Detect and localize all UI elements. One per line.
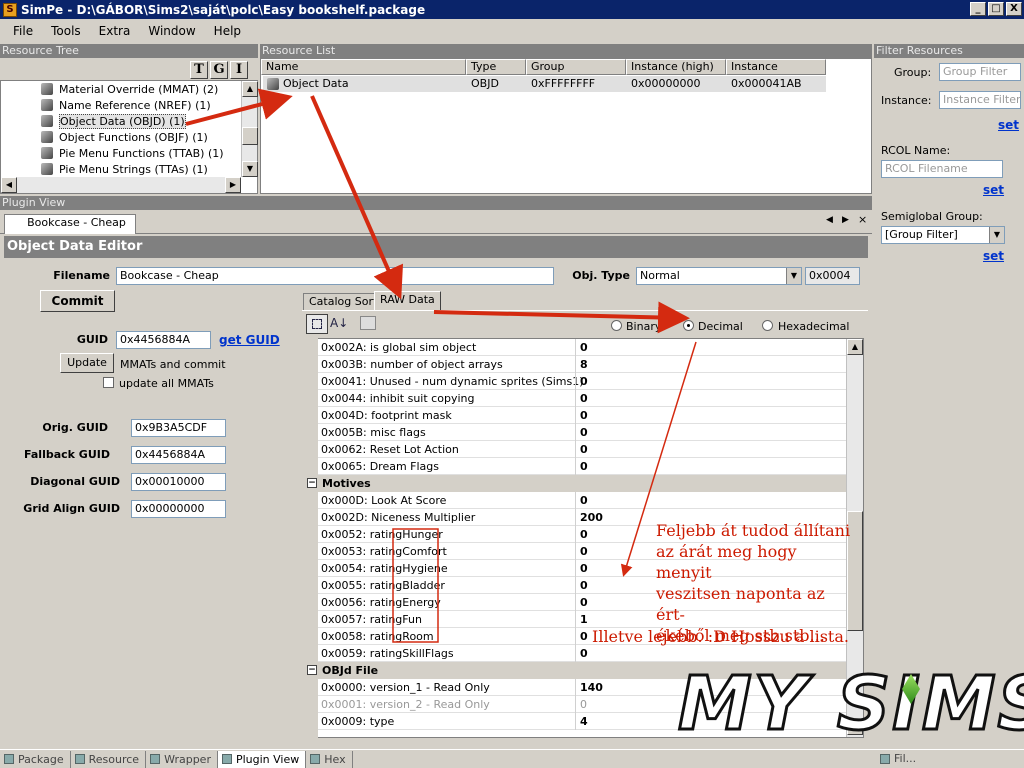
highlight-box: [392, 528, 439, 643]
status-bar: Package Resource Wrapper Plugin View Hex…: [0, 749, 1024, 768]
mysims-logo: MY SIMS: [677, 660, 1024, 749]
tab-hex[interactable]: Hex: [306, 750, 353, 768]
arrow-to-object-data: [185, 88, 293, 126]
package-icon: [4, 754, 14, 764]
tab-filter[interactable]: Fil...: [876, 750, 922, 767]
tab-package[interactable]: Package: [0, 750, 71, 768]
plugin-icon: [221, 754, 232, 764]
search-icon: [880, 753, 890, 764]
tab-wrapper[interactable]: Wrapper: [146, 750, 218, 768]
arrow-to-raw-data: [310, 95, 404, 300]
arrow-to-decimal: [433, 301, 690, 334]
hex-icon: [310, 754, 321, 764]
tab-resource[interactable]: Resource: [71, 750, 147, 768]
tab-plugin-view[interactable]: Plugin View: [217, 750, 307, 768]
wrapper-icon: [150, 754, 161, 764]
annotation-arrows: [185, 88, 697, 643]
resource-icon: [74, 754, 85, 764]
annotation-text-2: Illetve lejebb. :D Hosszu a lista.: [592, 627, 849, 646]
